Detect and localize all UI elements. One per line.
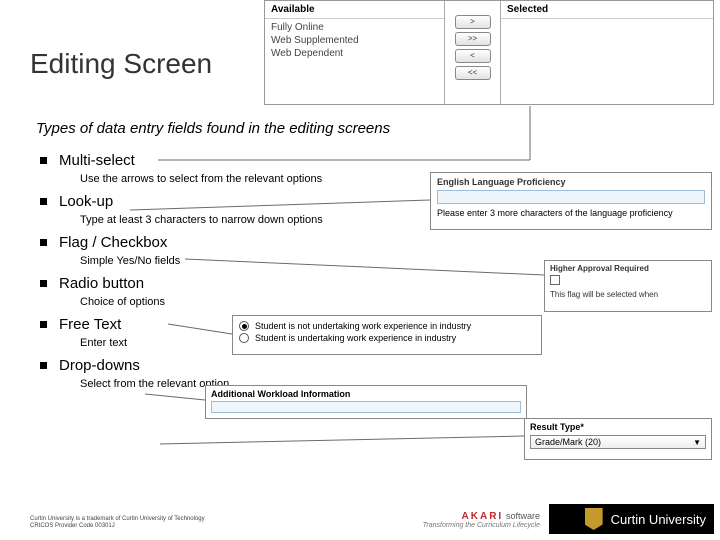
option[interactable]: Web Dependent [271, 47, 438, 60]
item-head-radio: Radio button [40, 273, 440, 294]
checkbox-widget: Higher Approval Required This flag will … [544, 260, 712, 312]
checkbox-label: Higher Approval Required [550, 264, 706, 273]
item-desc: Type at least 3 characters to narrow dow… [80, 214, 440, 226]
footer-line2: CRICOS Provider Code 00301J [30, 523, 205, 530]
item-desc: Use the arrows to select from the releva… [80, 173, 440, 185]
chevron-down-icon: ▼ [693, 438, 701, 447]
akari-brand: AKARI [462, 511, 504, 522]
curtin-text: Curtin University [611, 512, 706, 527]
multiselect-selected: Selected [501, 1, 713, 104]
list-item: Look-up Type at least 3 characters to na… [40, 191, 440, 226]
multiselect-available: Available Fully Online Web Supplemented … [265, 1, 445, 104]
field-type-list: Multi-select Use the arrows to select fr… [40, 150, 440, 396]
checkbox-note: This flag will be selected when [550, 290, 706, 299]
item-label: Look-up [59, 193, 113, 210]
bullet-icon [40, 362, 47, 369]
multiselect-widget: Available Fully Online Web Supplemented … [264, 0, 714, 105]
dropdown-select[interactable]: Grade/Mark (20) ▼ [530, 435, 706, 449]
freetext-label: Additional Workload Information [211, 389, 521, 399]
item-head-dropdown: Drop-downs [40, 355, 440, 376]
radio-label: Student is undertaking work experience i… [255, 333, 456, 343]
list-item: Multi-select Use the arrows to select fr… [40, 150, 440, 185]
bullet-icon [40, 321, 47, 328]
item-desc: Choice of options [80, 296, 440, 308]
item-desc: Simple Yes/No fields [80, 255, 440, 267]
curtin-logo: Curtin University [549, 504, 714, 534]
bullet-icon [40, 157, 47, 164]
bullet-icon [40, 280, 47, 287]
item-label: Multi-select [59, 152, 135, 169]
multiselect-buttons: > >> < << [445, 1, 501, 104]
dropdown-label: Result Type* [530, 422, 706, 432]
option[interactable]: Fully Online [271, 21, 438, 34]
selected-header: Selected [501, 1, 713, 19]
bullet-icon [40, 198, 47, 205]
available-list[interactable]: Fully Online Web Supplemented Web Depend… [265, 19, 444, 62]
lookup-widget: English Language Proficiency Please ente… [430, 172, 712, 230]
item-label: Free Text [59, 316, 121, 333]
available-header: Available [265, 1, 444, 19]
move-right-button[interactable]: > [455, 15, 491, 29]
bullet-icon [40, 239, 47, 246]
footer-line1: Curtin University is a trademark of Curt… [30, 516, 205, 523]
item-head-checkbox: Flag / Checkbox [40, 232, 440, 253]
checkbox-input[interactable] [550, 275, 560, 285]
item-label: Radio button [59, 275, 144, 292]
akari-suffix: software [506, 511, 540, 521]
radio-label: Student is not undertaking work experien… [255, 321, 471, 331]
slide: Editing Screen Types of data entry field… [0, 0, 720, 540]
radio-widget: Student is not undertaking work experien… [232, 315, 542, 355]
akari-tagline: Transforming the Curriculum Lifecycle [423, 522, 540, 530]
item-label: Drop-downs [59, 357, 140, 374]
page-subtitle: Types of data entry fields found in the … [36, 120, 390, 137]
freetext-input[interactable] [211, 401, 521, 413]
list-item: Flag / Checkbox Simple Yes/No fields [40, 232, 440, 267]
radio-row[interactable]: Student is not undertaking work experien… [239, 320, 535, 332]
item-head-lookup: Look-up [40, 191, 440, 212]
radio-input[interactable] [239, 321, 249, 331]
shield-icon [585, 508, 603, 530]
radio-input[interactable] [239, 333, 249, 343]
lookup-input[interactable] [437, 190, 705, 204]
option[interactable]: Web Supplemented [271, 34, 438, 47]
freetext-widget: Additional Workload Information [205, 385, 527, 419]
dropdown-value: Grade/Mark (20) [535, 437, 601, 447]
dropdown-widget: Result Type* Grade/Mark (20) ▼ [524, 418, 712, 460]
move-all-left-button[interactable]: << [455, 66, 491, 80]
move-all-right-button[interactable]: >> [455, 32, 491, 46]
page-title: Editing Screen [30, 48, 212, 80]
item-label: Flag / Checkbox [59, 234, 167, 251]
list-item: Radio button Choice of options [40, 273, 440, 308]
lookup-label: English Language Proficiency [437, 177, 705, 187]
akari-logo: AKARI software Transforming the Curricul… [423, 511, 540, 530]
lookup-hint: Please enter 3 more characters of the la… [437, 208, 705, 218]
footer: Curtin University is a trademark of Curt… [30, 516, 205, 530]
item-head-multiselect: Multi-select [40, 150, 440, 171]
radio-row[interactable]: Student is undertaking work experience i… [239, 332, 535, 344]
move-left-button[interactable]: < [455, 49, 491, 63]
